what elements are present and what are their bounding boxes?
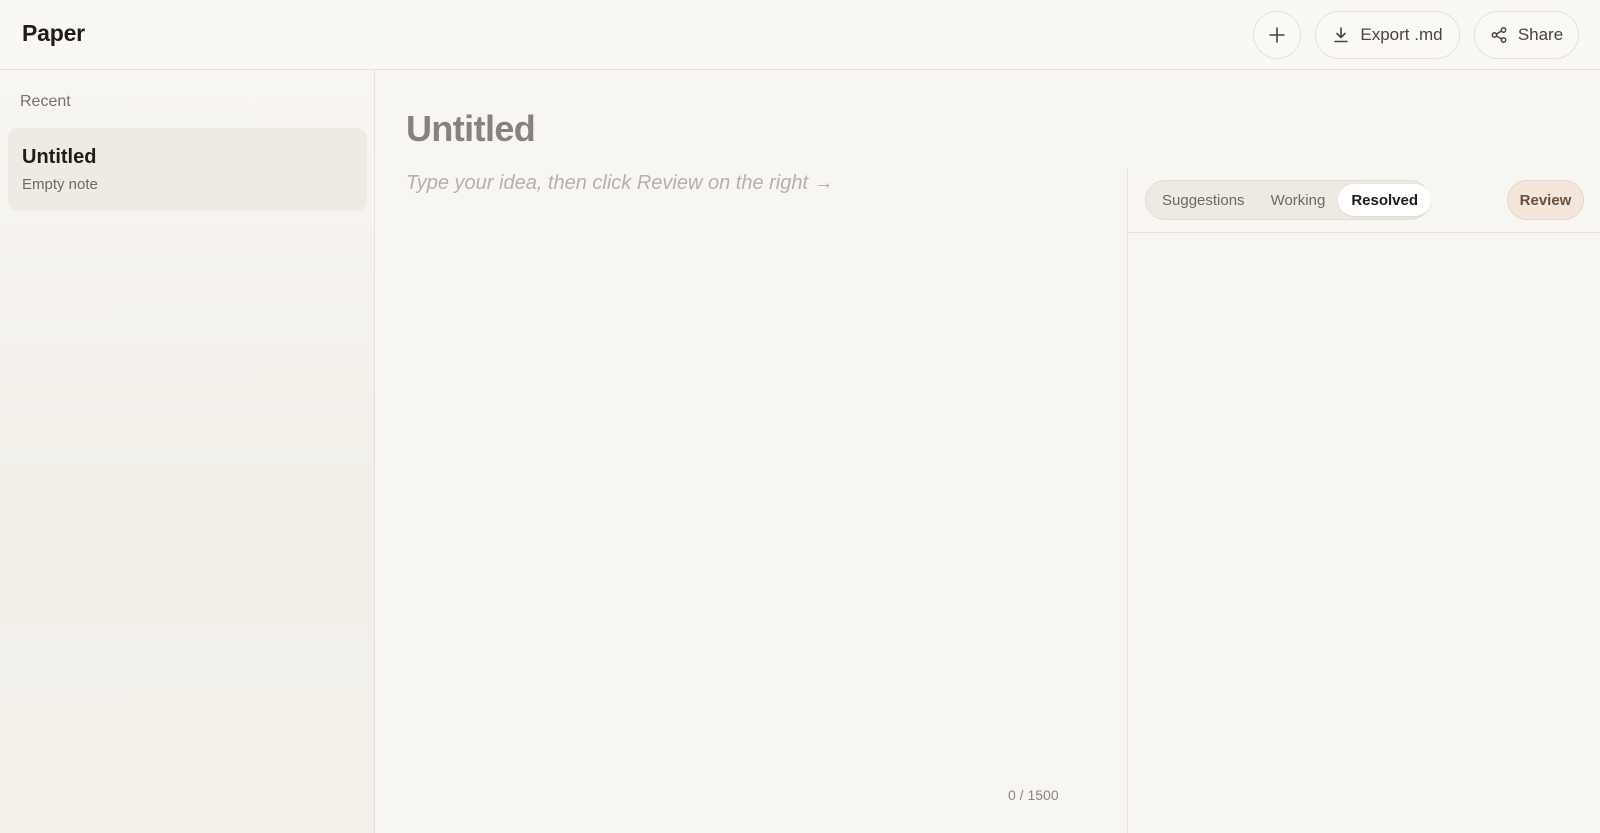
app-brand: Paper xyxy=(22,20,85,46)
export-md-label: Export .md xyxy=(1360,25,1443,44)
plus-icon xyxy=(1268,26,1286,44)
review-button[interactable]: Review xyxy=(1507,180,1584,220)
character-count: 0 / 1500 xyxy=(1008,787,1059,803)
tab-suggestions[interactable]: Suggestions xyxy=(1149,184,1258,216)
document-title[interactable]: Untitled xyxy=(406,108,536,150)
tab-resolved[interactable]: Resolved xyxy=(1338,184,1432,216)
review-tabs: Suggestions Working Resolved xyxy=(1145,180,1432,220)
export-md-button[interactable]: Export .md xyxy=(1315,11,1460,59)
recent-section-label: Recent xyxy=(20,93,71,110)
app-window: Paper Export .md Share Recent Untitled E… xyxy=(0,0,1600,833)
note-list-item[interactable]: Untitled Empty note xyxy=(8,128,367,211)
new-note-button[interactable] xyxy=(1253,11,1301,59)
sidebar: Recent Untitled Empty note xyxy=(0,70,375,833)
review-panel-header: Suggestions Working Resolved Review xyxy=(1128,168,1600,233)
note-item-title: Untitled xyxy=(22,146,97,168)
share-icon xyxy=(1490,26,1508,44)
note-item-subtitle: Empty note xyxy=(22,176,98,193)
note-body-input[interactable] xyxy=(406,170,1106,770)
header-actions: Export .md Share xyxy=(1253,11,1579,59)
top-bar: Paper Export .md Share xyxy=(0,0,1600,70)
tab-working[interactable]: Working xyxy=(1258,184,1339,216)
download-icon xyxy=(1332,26,1350,44)
share-button[interactable]: Share xyxy=(1474,11,1579,59)
editor-pane: Untitled 0 / 1500 xyxy=(376,70,1128,833)
review-panel: Suggestions Working Resolved Review xyxy=(1127,168,1600,833)
share-label: Share xyxy=(1517,25,1564,44)
